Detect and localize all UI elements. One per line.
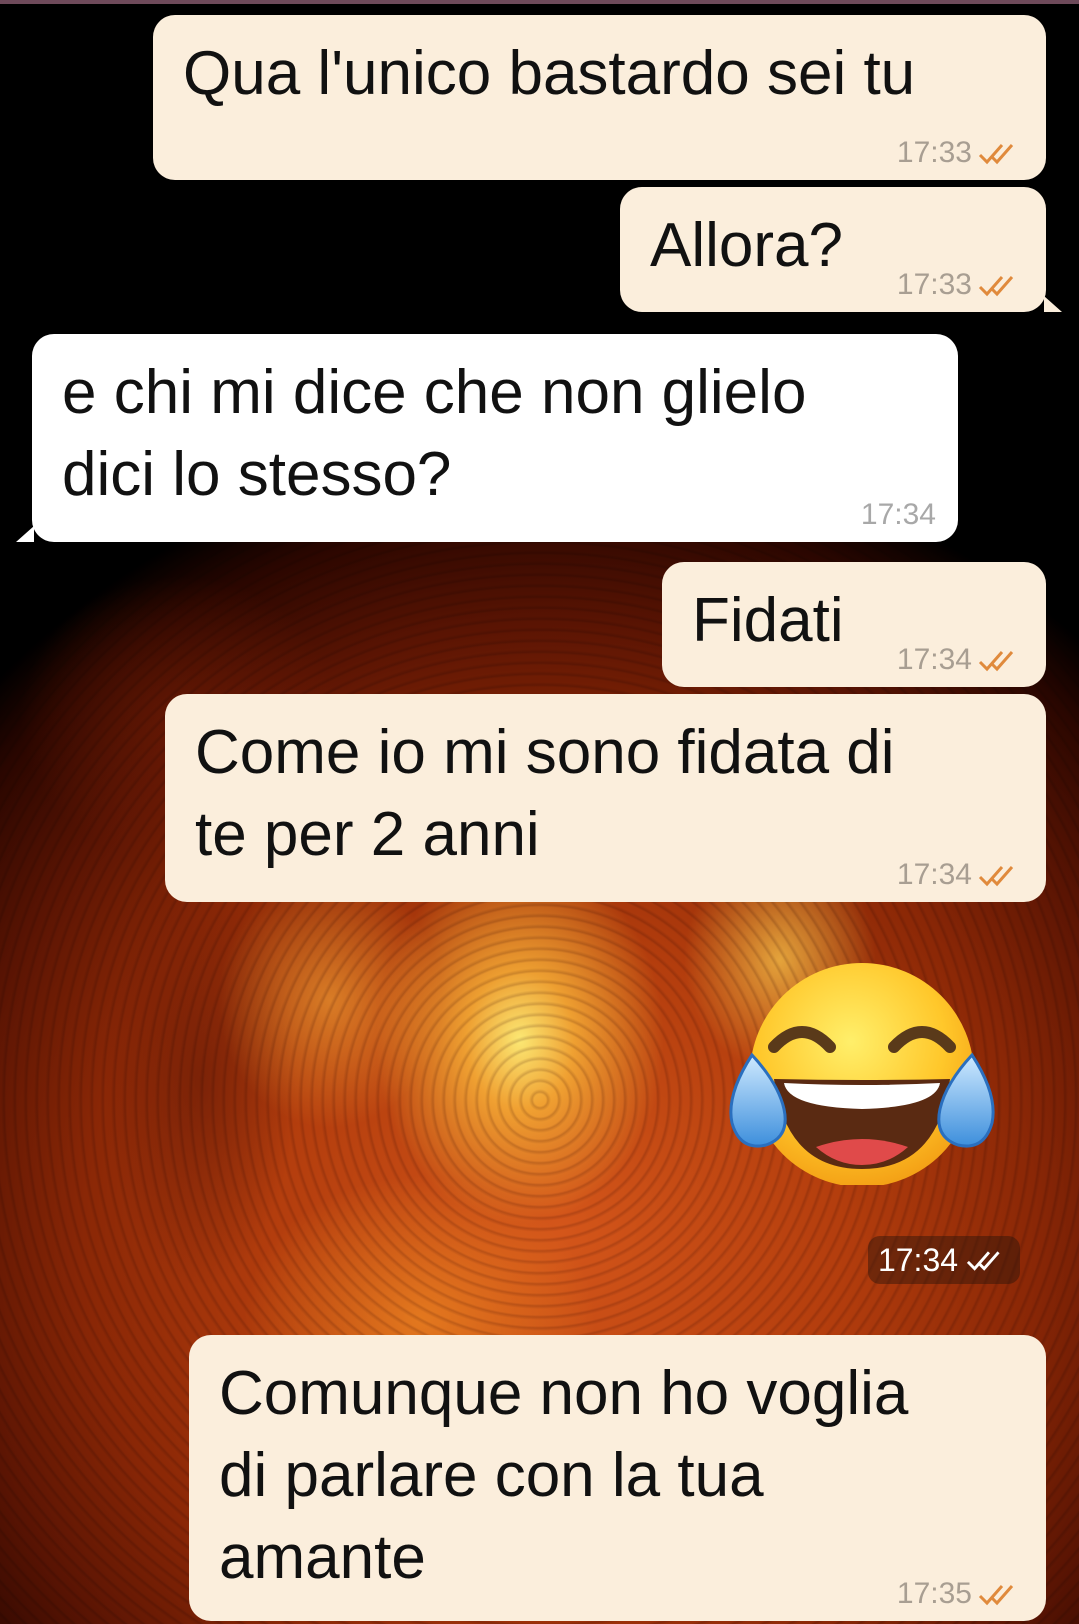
bubble-tail bbox=[1044, 296, 1062, 312]
message-time: 17:33 bbox=[896, 268, 972, 301]
message-text: Come io mi sono fidata di te per 2 anni bbox=[195, 718, 895, 869]
message-meta: 17:33 bbox=[897, 268, 1024, 302]
message-bubble-incoming[interactable]: e chi mi dice che non glielo dici lo ste… bbox=[32, 334, 958, 542]
message-bubble-outgoing[interactable]: Allora? 17:33 bbox=[620, 187, 1046, 312]
message-meta: 17:35 bbox=[897, 1577, 1024, 1611]
message-bubble-outgoing[interactable]: Fidati 17:34 bbox=[662, 562, 1046, 687]
emoji-message[interactable] bbox=[712, 955, 1012, 1187]
message-bubble-outgoing[interactable]: Comunque non ho voglia di parlare con la… bbox=[189, 1335, 1046, 1621]
message-text: Qua l'unico bastardo sei tu bbox=[183, 39, 916, 108]
message-time: 17:34 bbox=[877, 1241, 959, 1278]
double-check-icon bbox=[978, 863, 1024, 887]
message-time: 17:34 bbox=[896, 858, 972, 891]
message-meta: 17:34 bbox=[897, 858, 1024, 892]
message-text: Comunque non ho voglia di parlare con la… bbox=[219, 1359, 909, 1592]
message-time: 17:34 bbox=[896, 643, 972, 676]
double-check-icon bbox=[978, 648, 1024, 672]
double-check-icon bbox=[978, 141, 1024, 165]
double-check-icon bbox=[978, 1582, 1024, 1606]
message-time: 17:35 bbox=[896, 1577, 972, 1610]
bubble-tail bbox=[16, 526, 34, 542]
message-bubble-outgoing[interactable]: Qua l'unico bastardo sei tu 17:33 bbox=[153, 15, 1046, 180]
message-text: e chi mi dice che non glielo dici lo ste… bbox=[62, 358, 807, 509]
emoji-message-meta: 17:34 bbox=[868, 1236, 1020, 1284]
message-meta: 17:33 bbox=[897, 136, 1024, 170]
message-time: 17:33 bbox=[896, 136, 972, 169]
message-meta: 17:34 bbox=[861, 498, 936, 532]
double-check-icon bbox=[966, 1248, 1010, 1272]
tears-of-joy-emoji-icon bbox=[729, 963, 995, 1187]
message-time: 17:34 bbox=[860, 498, 936, 531]
message-bubble-outgoing[interactable]: Come io mi sono fidata di te per 2 anni … bbox=[165, 694, 1046, 902]
double-check-icon bbox=[978, 273, 1024, 297]
status-bar-edge bbox=[0, 0, 1079, 4]
message-meta: 17:34 bbox=[897, 643, 1024, 677]
